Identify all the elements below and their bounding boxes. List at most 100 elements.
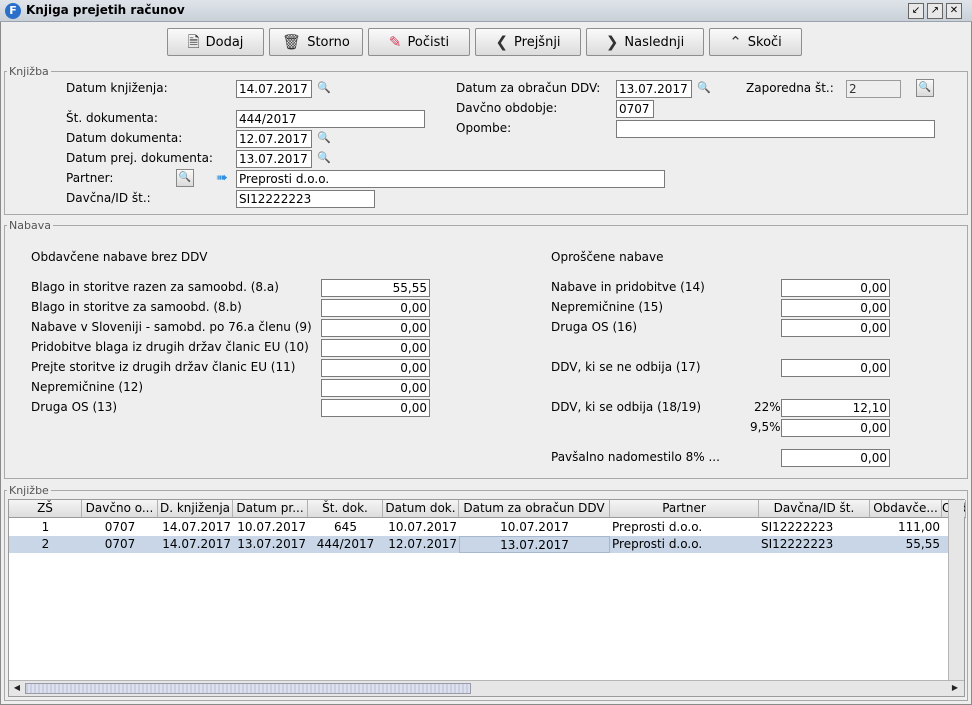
new-document-icon: 🗎 — [187, 32, 200, 51]
ne-odbija-label: DDV, ki se ne odbija (17) — [551, 360, 701, 374]
table-cell: 10.07.2017 — [388, 520, 457, 534]
column-header[interactable]: Št. dok. — [308, 500, 383, 518]
table-cell: 14.07.2017 — [162, 520, 231, 534]
datum-ddv-field[interactable]: 13.07.2017 — [616, 80, 692, 98]
column-header[interactable]: Partner — [610, 500, 759, 518]
datum-dokumenta-search-icon[interactable]: 🔍 — [317, 131, 331, 144]
jump-button[interactable]: ⌃ Skoči — [709, 28, 802, 56]
storno-button[interactable]: 🗑 Storno — [269, 28, 363, 56]
next-button[interactable]: ❯ Naslednji — [586, 28, 704, 56]
datum-prej-search-icon[interactable]: 🔍 — [317, 151, 331, 164]
odbija-label: DDV, ki se odbija (18/19) — [551, 400, 702, 414]
vertical-scrollbar[interactable] — [948, 500, 964, 680]
table-cell: SI12222223 — [761, 537, 834, 551]
odbija-22-field[interactable]: 12,10 — [781, 399, 890, 417]
nabava-right-field-0[interactable]: 0,00 — [781, 279, 890, 297]
datum-dokumenta-field[interactable]: 12.07.2017 — [236, 130, 312, 148]
maximize-icon[interactable]: ↗ — [927, 3, 943, 19]
datum-knjizenja-search-icon[interactable]: 🔍 — [317, 81, 331, 94]
arrow-right-icon[interactable]: ➠ — [216, 170, 228, 186]
table-cell: 10.07.2017 — [500, 520, 569, 534]
rate-22-label: 22% — [754, 400, 781, 414]
zaporedna-search-icon[interactable]: 🔍 — [916, 79, 934, 97]
restore-icon[interactable]: ↙ — [908, 3, 924, 19]
table-cell: 13.07.2017 — [459, 536, 610, 553]
table-cell: 2 — [41, 537, 50, 551]
davcna-label: Davčna/ID št.: — [66, 191, 151, 205]
column-header[interactable]: Datum za obračun DDV — [459, 500, 610, 518]
datum-dokumenta-label: Datum dokumenta: — [66, 131, 183, 145]
scroll-thumb[interactable] — [25, 683, 471, 694]
obdobje-label: Davčno obdobje: — [456, 101, 558, 115]
table-row-selected[interactable]: 2 0707 14.07.2017 13.07.2017 444/2017 12… — [9, 536, 949, 553]
nabava-left-field-1[interactable]: 0,00 — [321, 299, 430, 317]
obdobje-field[interactable]: 0707 — [616, 100, 654, 118]
zaporedna-label: Zaporedna št.: — [746, 81, 834, 95]
nabava-left-field-3[interactable]: 0,00 — [321, 339, 430, 357]
st-dokumenta-field[interactable]: 444/2017 — [236, 110, 425, 128]
pavsal-label: Pavšalno nadomestilo 8% ... — [551, 450, 720, 464]
close-icon[interactable]: ✕ — [946, 3, 962, 19]
table-cell: 111,00 — [898, 520, 940, 534]
clear-button-label: Počisti — [407, 34, 450, 50]
nabava-left-label-2: Nabave v Sloveniji - samobd. po 76.a čle… — [31, 320, 312, 334]
knjizbe-legend: Knjižbe — [9, 484, 49, 497]
obdavcene-title: Obdavčene nabave brez DDV — [31, 250, 208, 264]
nabava-right-field-1[interactable]: 0,00 — [781, 299, 890, 317]
column-header[interactable]: ZŠ — [9, 500, 82, 518]
eraser-icon: ✎ — [388, 32, 402, 51]
st-dokumenta-label: Št. dokumenta: — [66, 111, 158, 125]
partner-search-icon[interactable]: 🔍 — [176, 169, 194, 187]
table-cell: SI12222223 — [761, 520, 834, 534]
table-cell: 14.07.2017 — [162, 537, 231, 551]
column-header[interactable]: Davčno o... — [82, 500, 158, 518]
next-button-label: Naslednji — [624, 34, 685, 50]
nabava-right-field-2[interactable]: 0,00 — [781, 319, 890, 337]
rate-95-label: 9,5% — [750, 420, 781, 434]
table-cell: 0707 — [104, 520, 136, 534]
chevron-right-icon: ❯ — [605, 32, 619, 51]
nabava-left-field-6[interactable]: 0,00 — [321, 399, 430, 417]
table-row[interactable]: 1 0707 14.07.2017 10.07.2017 645 10.07.2… — [9, 519, 949, 536]
ne-odbija-field[interactable]: 0,00 — [781, 359, 890, 377]
datum-prej-field[interactable]: 13.07.2017 — [236, 150, 312, 168]
jump-button-label: Skoči — [747, 34, 782, 50]
knjizbe-table[interactable]: ZŠ Davčno o... D. knjiženja Datum pr... … — [8, 499, 966, 697]
table-cell: 10.07.2017 — [237, 520, 306, 534]
datum-knjizenja-field[interactable]: 14.07.2017 — [236, 80, 312, 98]
column-header[interactable]: Datum dok. — [383, 500, 459, 518]
nabava-left-label-6: Druga OS (13) — [31, 400, 118, 414]
column-header[interactable]: D. knjiženja — [158, 500, 233, 518]
table-cell: Preprosti d.o.o. — [612, 520, 703, 534]
nabava-left-label-5: Nepremičnine (12) — [31, 380, 144, 394]
nabava-left-field-4[interactable]: 0,00 — [321, 359, 430, 377]
davcna-field[interactable]: SI12222223 — [236, 190, 375, 208]
table-cell: Preprosti d.o.o. — [612, 537, 703, 551]
add-button-label: Dodaj — [205, 34, 244, 50]
chevron-left-icon: ❮ — [495, 32, 509, 51]
nabava-right-label-1: Nepremičnine (15) — [551, 300, 664, 314]
title-bar: F Knjiga prejetih računov ↙ ↗ ✕ — [0, 0, 972, 22]
pavsal-field[interactable]: 0,00 — [781, 449, 890, 467]
nabava-right-label-0: Nabave in pridobitve (14) — [551, 280, 705, 294]
horizontal-scrollbar[interactable]: ◀ ▶ — [9, 680, 964, 696]
previous-button[interactable]: ❮ Prejšnji — [475, 28, 581, 56]
nabava-left-field-2[interactable]: 0,00 — [321, 319, 430, 337]
previous-button-label: Prejšnji — [514, 34, 561, 50]
odbija-95-field[interactable]: 0,00 — [781, 419, 890, 437]
column-header[interactable]: Datum pr... — [233, 500, 308, 518]
add-button[interactable]: 🗎 Dodaj — [167, 28, 264, 56]
partner-field[interactable]: Preprosti d.o.o. — [236, 170, 665, 188]
nabava-right-label-2: Druga OS (16) — [551, 320, 638, 334]
scroll-left-icon[interactable]: ◀ — [10, 681, 24, 695]
chevron-up-icon: ⌃ — [729, 32, 742, 51]
column-header[interactable]: Obdavče... — [870, 500, 942, 518]
opombe-field[interactable] — [616, 120, 935, 138]
datum-ddv-search-icon[interactable]: 🔍 — [697, 81, 711, 94]
scroll-right-icon[interactable]: ▶ — [948, 681, 962, 695]
datum-knjizenja-label: Datum knjiženja: — [66, 81, 168, 95]
nabava-left-field-5[interactable]: 0,00 — [321, 379, 430, 397]
clear-button[interactable]: ✎ Počisti — [368, 28, 470, 56]
column-header[interactable]: Davčna/ID št. — [759, 500, 870, 518]
nabava-left-field-0[interactable]: 55,55 — [321, 279, 430, 297]
